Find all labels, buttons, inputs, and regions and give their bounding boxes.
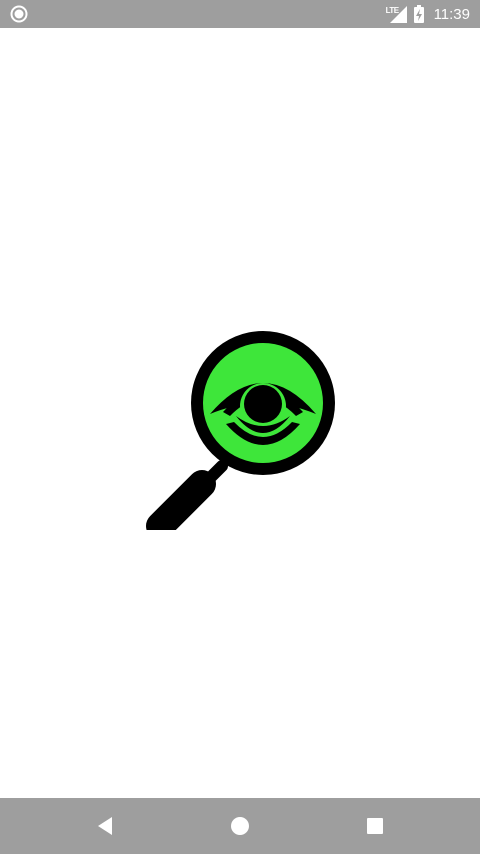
splash-content	[0, 28, 480, 798]
battery-charging-icon	[413, 5, 424, 23]
recents-square-icon[interactable]	[361, 812, 389, 840]
magnifier-handle	[146, 460, 228, 530]
home-circle-icon[interactable]	[226, 812, 254, 840]
navigation-bar	[0, 798, 480, 854]
status-bar: LTE 11:39	[0, 0, 480, 28]
cell-signal-icon: LTE	[386, 4, 408, 24]
back-triangle-icon[interactable]	[92, 812, 120, 840]
status-time: 11:39	[433, 5, 470, 23]
app-screen: LTE 11:39	[0, 0, 480, 854]
magnifier-eye-icon	[146, 331, 335, 530]
circle-notification-icon	[10, 5, 28, 23]
status-icons: LTE 11:39	[386, 0, 470, 28]
